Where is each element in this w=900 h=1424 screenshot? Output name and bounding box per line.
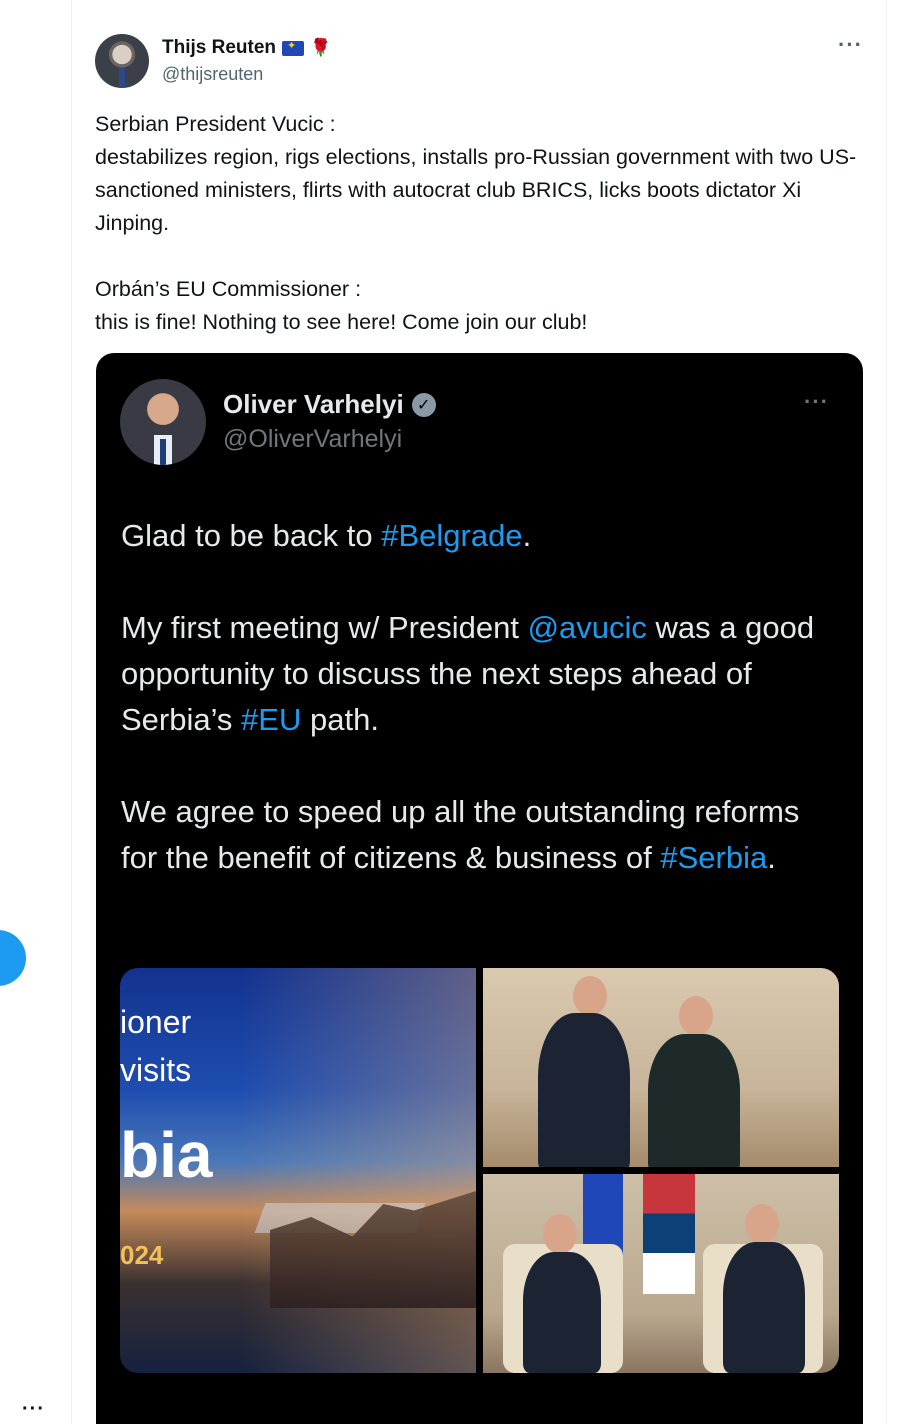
avatar[interactable] [95,34,149,88]
quoted-author-handle: @OliverVarhelyi [223,425,403,453]
mention-link: @avucic [527,610,647,645]
quoted-paragraph: We agree to speed up all the outstanding… [121,794,800,875]
quoted-author-name: Oliver Varhelyi [223,389,404,419]
verified-badge-icon: ✓ [411,392,436,417]
right-divider [886,0,887,1424]
more-icon[interactable]: ··· [22,1398,45,1421]
poster-text: ioner [120,1004,192,1040]
quoted-paragraph: My first meeting w/ President @avucic wa… [121,610,815,737]
media-grid: ioner visits bia 024 [120,968,839,1373]
quoted-tweet-card[interactable]: Oliver Varhelyi ✓ @OliverVarhelyi ··· Gl… [96,353,863,1424]
compose-button[interactable] [0,930,26,986]
eu-flag-icon [282,39,305,56]
tweet-text: Serbian President Vucic : destabilizes r… [95,108,875,339]
quoted-tweet-text: Glad to be back to #Belgrade. My first m… [121,513,841,927]
poster-text: 024 [120,1240,164,1270]
quoted-paragraph: Glad to be back to #Belgrade. [121,518,532,553]
tweet-line: Orbán’s EU Commissioner : [95,277,362,301]
tweet-line: this is fine! Nothing to see here! Come … [95,310,588,334]
quoted-name-row: Oliver Varhelyi ✓ [223,389,436,420]
quoted-avatar [120,379,206,465]
poster-image: ioner visits bia 024 [120,968,476,1373]
meeting-photo [483,1174,839,1373]
left-divider [71,0,72,1424]
hashtag-link: #Belgrade [381,518,523,553]
tweet-line: destabilizes region, rigs elections, ins… [95,145,857,235]
handshake-photo [483,968,839,1167]
author-name[interactable]: Thijs Reuten [162,37,276,59]
tweet-more-icon[interactable]: ··· [838,32,863,58]
author-handle[interactable]: @thijsreuten [162,64,263,85]
poster-text: bia [120,1119,213,1191]
quoted-more-icon: ··· [804,389,829,414]
tweet-line: Serbian President Vucic : [95,112,336,136]
page: ··· Thijs Reuten 🌹 @thijsreuten ··· Serb… [0,0,900,1424]
hashtag-link: #Serbia [660,840,768,875]
poster-text: visits [120,1052,192,1088]
hashtag-link: #EU [241,702,302,737]
author-name-row: Thijs Reuten 🌹 [162,37,331,59]
rose-icon: 🌹 [310,38,332,57]
